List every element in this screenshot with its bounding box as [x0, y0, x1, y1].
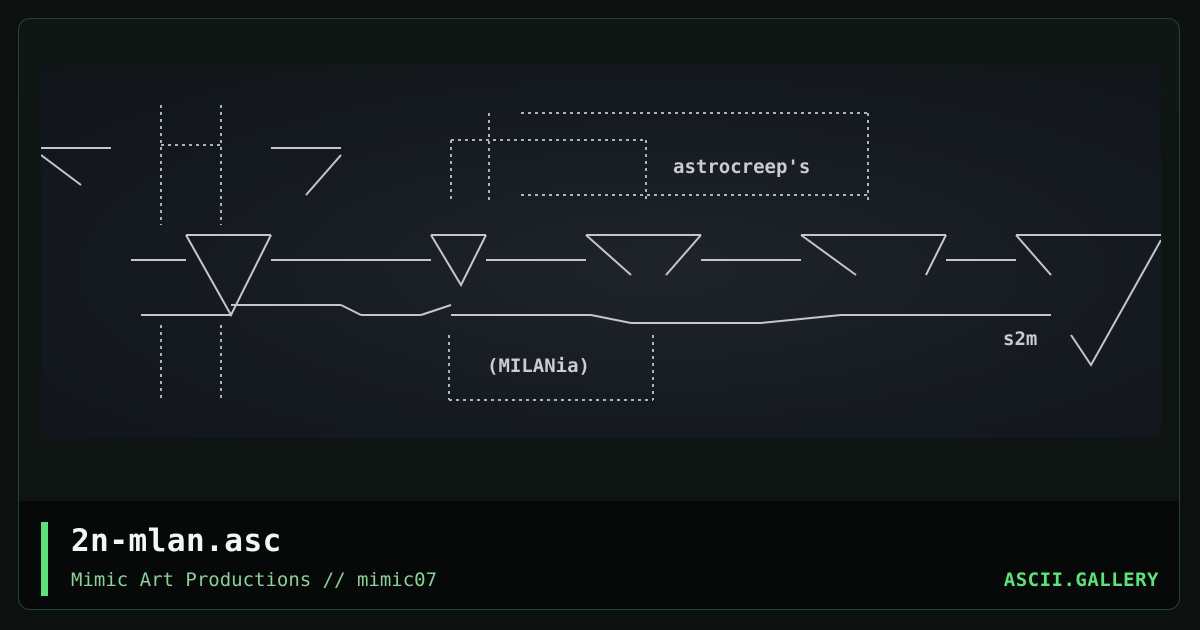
artwork-title: 2n-mlan.asc [71, 523, 282, 559]
ascii-solid-lines [41, 147, 1161, 367]
accent-bar [41, 522, 48, 596]
site-brand[interactable]: ASCII.GALLERY [1004, 569, 1159, 591]
ascii-label-s2m: s2m [1003, 328, 1037, 350]
ascii-art-drawing: astrocreep's (MILANia) s2m [41, 105, 1161, 401]
ascii-label-astrocreep: astrocreep's [673, 156, 810, 178]
ascii-label-milania: (MILANia) [487, 355, 590, 377]
card-frame: astrocreep's (MILANia) s2m 2n-mlan.asc M… [18, 18, 1180, 610]
ascii-art-preview: astrocreep's (MILANia) s2m [41, 65, 1161, 438]
artwork-credit: Mimic Art Productions // mimic07 [71, 569, 438, 591]
card-footer: 2n-mlan.asc Mimic Art Productions // mim… [19, 501, 1179, 609]
